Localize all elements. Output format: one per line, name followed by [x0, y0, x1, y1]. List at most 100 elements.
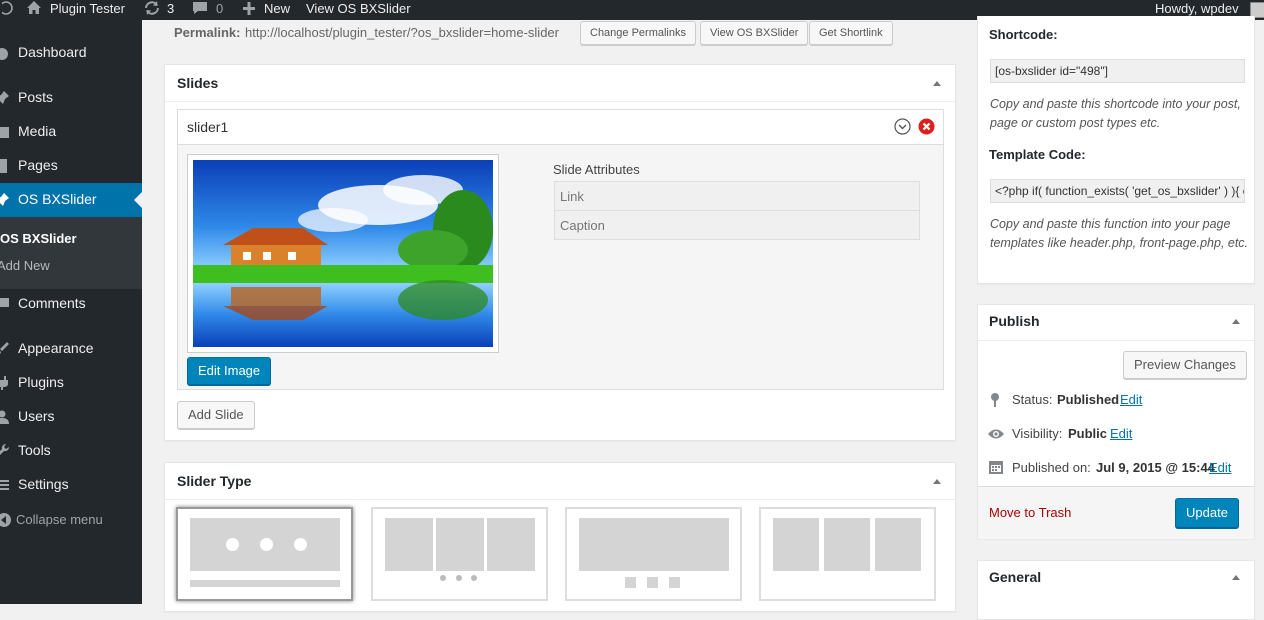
menu-item-label: Media — [18, 123, 57, 139]
published-on-edit-link[interactable]: Edit — [1209, 460, 1231, 475]
publish-title: Publish — [989, 313, 1040, 329]
pages-icon — [0, 159, 7, 173]
general-metabox: General — [977, 560, 1255, 620]
menu-item-label: Users — [18, 408, 55, 424]
chevron-down-icon[interactable] — [894, 118, 911, 135]
preview-changes-button[interactable]: Preview Changes — [1123, 351, 1247, 379]
permalink-url[interactable]: http://localhost/plugin_tester/?os_bxsli… — [245, 25, 559, 40]
updates-icon[interactable] — [144, 0, 160, 20]
shortcode-help-text: Copy and paste this shortcode into your … — [990, 97, 1241, 130]
menu-item-label: Appearance — [18, 340, 94, 356]
visibility-value: Public — [1068, 426, 1108, 441]
update-button[interactable]: Update — [1175, 498, 1239, 528]
slide-attributes-label: Slide Attributes — [553, 162, 640, 177]
dashboard-icon — [0, 48, 8, 60]
permalink-label: Permalink: — [174, 25, 241, 40]
submenu-os-bxslider: OS BXSlider Add New — [0, 217, 142, 289]
slide-image-frame — [187, 154, 499, 353]
template-help-text: Copy and paste this function into your p… — [990, 217, 1249, 250]
menu-item-pages[interactable]: Pages — [0, 149, 142, 183]
admin-sidebar-menu: Dashboard Posts Media Pages OS BXSlider … — [0, 20, 142, 604]
comments-count[interactable]: 0 — [216, 0, 223, 20]
published-on-label: Published on: — [1012, 460, 1091, 475]
plug-icon — [0, 376, 8, 390]
shortcode-metabox: Shortcode: [os-bxslider id="498"] Copy a… — [977, 16, 1255, 284]
slider-type-option-thumbnails[interactable] — [759, 507, 936, 601]
publish-actions: Move to Trash Update — [978, 486, 1254, 539]
published-on-value: Jul 9, 2015 @ 15:44 — [1096, 460, 1215, 475]
slide-caption-input[interactable] — [554, 210, 920, 240]
template-code-field[interactable]: <?php if( function_exists( 'get_os_bxsli… — [990, 179, 1245, 203]
add-slide-button[interactable]: Add Slide — [177, 401, 255, 429]
slider-type-option-pager[interactable] — [565, 507, 742, 601]
menu-item-os-bxslider[interactable]: OS BXSlider — [0, 183, 142, 217]
menu-item-label: Comments — [18, 295, 86, 311]
calendar-icon — [989, 461, 1003, 474]
view-slider-button[interactable]: View OS BXSlider — [700, 21, 809, 45]
menu-item-label: OS BXSlider — [18, 191, 97, 207]
menu-item-users[interactable]: Users — [0, 400, 142, 434]
slider-type-title: Slider Type — [177, 473, 252, 489]
status-edit-link[interactable]: Edit — [1120, 392, 1142, 407]
comment-icon[interactable] — [192, 0, 208, 20]
submenu-item-add-new[interactable]: Add New — [0, 258, 50, 273]
menu-item-label: Dashboard — [18, 44, 87, 60]
slides-title: Slides — [177, 75, 219, 91]
menu-item-tools[interactable]: Tools — [0, 434, 142, 468]
home-icon[interactable] — [26, 0, 42, 20]
media-icon — [0, 127, 9, 138]
menu-item-dashboard[interactable]: Dashboard — [0, 36, 142, 70]
comment-icon — [0, 298, 9, 307]
pin-icon — [0, 91, 9, 104]
slider-type-option-dots[interactable] — [176, 507, 353, 601]
submenu-item-all-sliders[interactable]: OS BXSlider — [0, 231, 77, 246]
user-icon — [0, 410, 9, 424]
slide-image-landscape[interactable] — [193, 160, 493, 347]
menu-item-label: Plugins — [18, 374, 64, 390]
updates-count[interactable]: 3 — [167, 0, 174, 20]
collapse-menu-button[interactable]: Collapse menu — [0, 503, 142, 537]
remove-slide-icon[interactable] — [918, 118, 935, 135]
general-toggle-icon[interactable] — [1232, 575, 1240, 580]
wordpress-logo-icon[interactable] — [0, 0, 14, 20]
menu-item-label: Tools — [18, 442, 51, 458]
slide-panel: slider1 Edit Image Slide Attributes Link… — [177, 109, 944, 390]
slides-metabox: Slides slider1 Edit Image Slide Attribut… — [164, 64, 956, 441]
menu-item-appearance[interactable]: Appearance — [0, 332, 142, 366]
menu-item-label: Collapse menu — [16, 512, 103, 527]
shortcode-label: Shortcode: — [989, 27, 1058, 42]
slide-name: slider1 — [187, 119, 229, 135]
settings-icon — [0, 480, 9, 490]
publish-metabox: Publish Preview Changes Status: Publishe… — [977, 304, 1255, 539]
visibility-edit-link[interactable]: Edit — [1110, 426, 1132, 441]
eye-icon — [988, 429, 1004, 439]
menu-item-posts[interactable]: Posts — [0, 81, 142, 115]
general-title: General — [989, 569, 1042, 585]
publish-toggle-icon[interactable] — [1232, 319, 1240, 324]
edit-image-button[interactable]: Edit Image — [187, 357, 272, 385]
menu-item-label: Pages — [18, 157, 58, 173]
get-shortlink-button[interactable]: Get Shortlink — [809, 21, 893, 45]
view-slider-link[interactable]: View OS BXSlider — [306, 0, 411, 20]
slide-link-input[interactable] — [554, 181, 920, 211]
slider-type-toggle-icon[interactable] — [933, 479, 941, 484]
menu-item-media[interactable]: Media — [0, 115, 142, 149]
menu-item-comments[interactable]: Comments — [0, 287, 142, 321]
change-permalinks-button[interactable]: Change Permalinks — [580, 21, 696, 45]
pin-icon — [0, 193, 9, 206]
status-label: Status: — [1012, 392, 1053, 407]
brush-icon — [0, 342, 9, 355]
menu-item-label: Settings — [18, 476, 69, 492]
move-to-trash-link[interactable]: Move to Trash — [989, 505, 1071, 520]
new-content-link[interactable]: New — [264, 0, 290, 20]
plus-icon[interactable] — [242, 0, 256, 20]
template-code-label: Template Code: — [989, 147, 1086, 162]
pin-icon — [991, 393, 999, 407]
shortcode-field[interactable]: [os-bxslider id="498"] — [990, 59, 1245, 83]
site-name-link[interactable]: Plugin Tester — [50, 0, 125, 20]
slides-toggle-icon[interactable] — [933, 81, 941, 86]
menu-item-plugins[interactable]: Plugins — [0, 366, 142, 400]
slider-type-option-carousel[interactable] — [371, 507, 548, 601]
slide-header[interactable]: slider1 — [178, 110, 943, 145]
menu-item-settings[interactable]: Settings — [0, 468, 142, 502]
